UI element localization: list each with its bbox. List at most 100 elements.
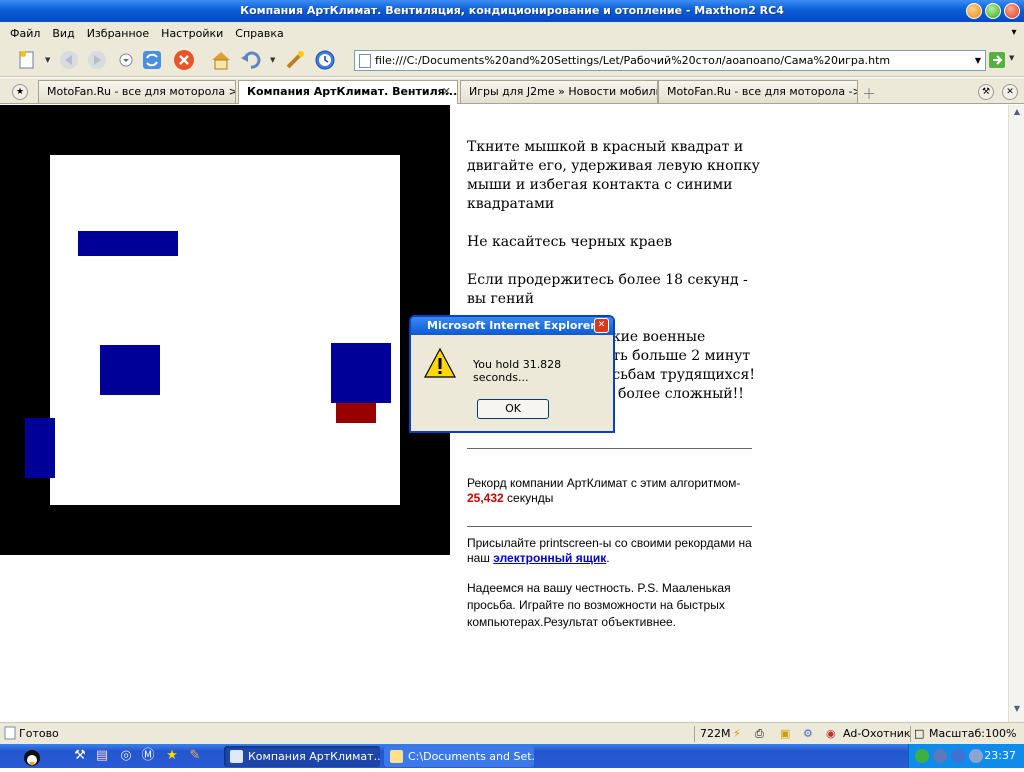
media-icon[interactable]: ▤ [94, 748, 110, 764]
zoom-level[interactable]: Масштаб:100% [929, 727, 1016, 740]
go-dropdown-icon[interactable]: ▼ [1009, 54, 1014, 62]
favorites-star-icon[interactable]: ★ [12, 84, 28, 100]
task-icon [390, 750, 403, 763]
maximize-icon[interactable] [985, 3, 1001, 19]
tab-motofan-2[interactable]: MotoFan.Ru - все для моторола ->... [658, 80, 858, 103]
gear-icon[interactable]: ⚙ [803, 727, 813, 740]
tab-close-all-icon[interactable]: ✕ [1002, 84, 1018, 100]
magic-fill-icon[interactable] [284, 49, 306, 71]
dialog-close-icon[interactable]: ✕ [594, 318, 609, 333]
dialog-title: Microsoft Internet Explorer [411, 317, 613, 335]
menu-view[interactable]: Вид [46, 27, 80, 40]
tools-icon[interactable]: ⚒ [72, 748, 88, 764]
window-title-bar[interactable]: Компания АртКлимат. Вентиляция, кондицио… [0, 0, 1024, 22]
record-value: 25,432 [467, 491, 504, 505]
clock: 23:37 [984, 749, 1016, 762]
dialog-message: You hold 31.828 seconds... [473, 358, 562, 384]
go-icon[interactable] [986, 49, 1008, 71]
back-icon[interactable] [58, 49, 80, 71]
adblock-icon[interactable]: ◉ [826, 727, 836, 740]
new-page-dropdown-icon[interactable]: ▼ [45, 56, 50, 64]
adblock-label[interactable]: Ad-Охотник [843, 727, 911, 740]
lightning-icon[interactable]: ⚡ [733, 727, 741, 740]
tray-app-icon[interactable] [951, 749, 965, 763]
record-prefix: Рекорд компании АртКлимат с этим алгорит… [467, 476, 741, 490]
tab-j2me-games[interactable]: Игры для J2me » Новости мобиль... [460, 80, 658, 103]
instruction-text: Ткните мышкой в красный квадрат и двигай… [467, 139, 760, 212]
toolbar: ▼ ▼ file:///C:/Documents%20and%20Setting… [0, 44, 1024, 77]
red-player-square[interactable] [336, 403, 376, 423]
tab-label: MotoFan.Ru - все для моторола > ... [47, 85, 236, 98]
home-icon[interactable] [210, 49, 232, 71]
vertical-scrollbar[interactable]: ▲ ▼ [1008, 105, 1024, 722]
address-bar[interactable]: file:///C:/Documents%20and%20Settings/Le… [354, 50, 986, 71]
tab-label: MotoFan.Ru - все для моторола ->... [667, 85, 858, 98]
blue-block [100, 345, 160, 395]
tray-app-icon[interactable] [969, 749, 983, 763]
hidden-line: осьбам трудящихся! [604, 367, 755, 383]
blue-block [78, 231, 178, 256]
status-separator [694, 726, 695, 742]
warning-icon [423, 347, 457, 379]
stop-icon[interactable] [173, 49, 195, 71]
close-window-icon[interactable] [1004, 3, 1020, 19]
tab-strip: ★ MotoFan.Ru - все для моторола > ... Ко… [0, 78, 1024, 104]
new-tab-icon[interactable]: ＋ [862, 84, 876, 104]
scroll-up-icon[interactable]: ▲ [1010, 107, 1024, 121]
status-page-icon [4, 726, 16, 743]
forward-icon[interactable] [86, 49, 108, 71]
tab-label: Игры для J2me » Новости мобиль... [469, 85, 658, 98]
app-icon[interactable]: ◎ [118, 748, 134, 764]
task-explorer[interactable]: C:\Documents and Set... [384, 746, 534, 767]
address-dropdown-icon[interactable]: ▼ [971, 56, 985, 65]
alert-dialog: Microsoft Internet Explorer ✕ You hold 3… [409, 315, 615, 433]
maxthon-icon[interactable]: Ⓜ [140, 748, 156, 764]
memory-indicator: 722M [700, 727, 731, 740]
tab-close-icon[interactable]: ✕ [442, 81, 451, 103]
window-title: Компания АртКлимат. Вентиляция, кондицио… [240, 4, 784, 17]
menu-help[interactable]: Справка [229, 27, 289, 40]
printer-icon[interactable]: ⎙ [755, 727, 764, 741]
menu-chevron-icon[interactable]: ▾ [1006, 25, 1022, 41]
penguin-icon[interactable] [20, 745, 44, 767]
game-arena [50, 155, 400, 505]
network-icon[interactable] [915, 749, 929, 763]
undo-close-icon[interactable] [240, 49, 262, 71]
zoom-icon[interactable]: □ [914, 727, 924, 740]
clock-icon[interactable] [314, 49, 336, 71]
record-suffix: секунды [503, 491, 554, 505]
folder-icon[interactable]: ▣ [780, 727, 790, 740]
task-icon [230, 750, 243, 763]
tab-artklimat[interactable]: Компания АртКлимат. Вентиля... ✕ [238, 80, 458, 104]
volume-icon[interactable] [933, 749, 947, 763]
task-label: C:\Documents and Set... [408, 750, 534, 763]
email-link[interactable]: электронный ящик [493, 551, 606, 565]
game-frame[interactable] [0, 105, 450, 555]
ok-button[interactable]: OK [477, 399, 549, 419]
honesty-note: Надеемся на вашу честность. P.S. Маалень… [467, 581, 731, 629]
minimize-icon[interactable] [966, 3, 982, 19]
status-bar: Готово 722M ⚡ ⎙ ▣ ⚙ ◉ Ad-Охотник □ Масшт… [0, 722, 1024, 744]
menu-bar: Файл Вид Избранное Настройки Справка ▾ [0, 22, 1024, 44]
history-dropdown-icon[interactable] [115, 49, 137, 71]
task-browser[interactable]: Компания АртКлимат... [224, 746, 380, 767]
page-icon [359, 53, 371, 68]
partially-hidden-text: ские военные ать больше 2 минут осьбам т… [604, 328, 764, 404]
tab-tools-icon[interactable]: ⚒ [978, 84, 994, 100]
instructions: Ткните мышкой в красный квадрат и двигай… [467, 138, 767, 328]
refresh-icon[interactable] [141, 49, 163, 71]
star-icon[interactable]: ★ [164, 748, 180, 764]
status-separator [910, 726, 911, 742]
address-input[interactable]: file:///C:/Documents%20and%20Settings/Le… [375, 54, 971, 67]
tab-motofan-1[interactable]: MotoFan.Ru - все для моторола > ... [38, 80, 236, 103]
blue-block [331, 343, 391, 403]
scroll-down-icon[interactable]: ▼ [1010, 704, 1024, 718]
new-page-icon[interactable] [16, 49, 38, 71]
submit-suffix: . [606, 551, 610, 565]
menu-favorites[interactable]: Избранное [81, 27, 155, 40]
menu-settings[interactable]: Настройки [155, 27, 229, 40]
pencil-icon[interactable]: ✎ [187, 748, 203, 764]
menu-file[interactable]: Файл [4, 27, 46, 40]
undo-dropdown-icon[interactable]: ▼ [270, 56, 275, 64]
instruction-text: Если продержитесь более 18 секунд - вы г… [467, 272, 748, 307]
